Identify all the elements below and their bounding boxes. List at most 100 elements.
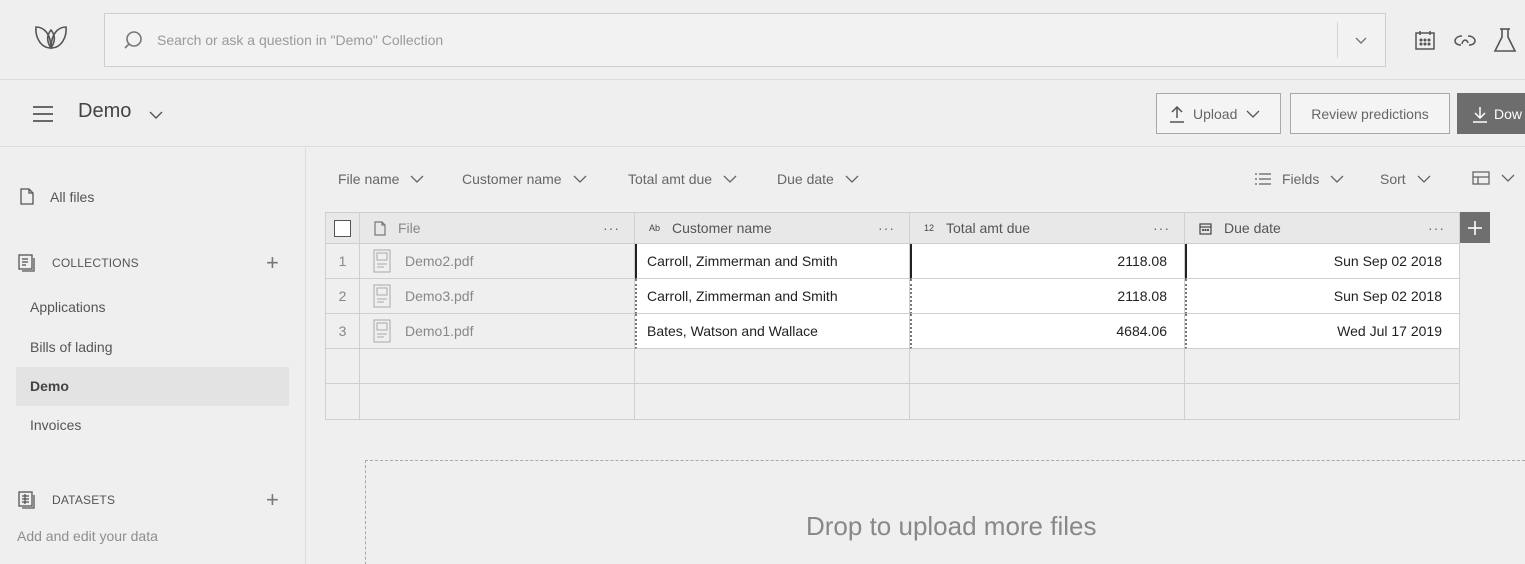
empty-cell — [325, 349, 360, 384]
list-icon — [1255, 173, 1271, 185]
search-bar[interactable] — [104, 13, 1386, 67]
view-layout-dropdown[interactable] — [1472, 171, 1516, 185]
table-cell-total-amt-due[interactable]: 2118.08 — [910, 244, 1185, 279]
datasets-icon — [18, 491, 36, 509]
collections-heading-label: COLLECTIONS — [52, 256, 139, 270]
table-cell-customer-name[interactable]: Carroll, Zimmerman and Smith — [635, 244, 910, 279]
filter-label: Due date — [777, 171, 834, 187]
file-name: Demo2.pdf — [405, 253, 474, 269]
review-predictions-button[interactable]: Review predictions — [1290, 93, 1450, 134]
lab-flask-icon[interactable] — [1492, 27, 1518, 53]
search-input[interactable] — [157, 14, 1337, 66]
column-header-label: Customer name — [672, 220, 772, 236]
fields-label: Fields — [1282, 171, 1320, 187]
column-header-customer-name[interactable]: Ab Customer name ··· — [635, 212, 910, 244]
column-header-label: File — [398, 220, 421, 236]
sidebar-item-all-files[interactable]: All files — [20, 188, 94, 205]
upload-dropzone[interactable]: Drop to upload more files — [365, 460, 1525, 564]
upload-chevron-down-icon — [1245, 108, 1261, 120]
filter-total-amt-due[interactable]: Total amt due — [628, 171, 738, 187]
table-cell-customer-name[interactable]: Carroll, Zimmerman and Smith — [635, 279, 910, 314]
collections-icon — [18, 254, 36, 272]
row-number: 2 — [325, 279, 360, 314]
chevron-down-icon — [845, 175, 859, 183]
add-dataset-plus-icon[interactable]: + — [266, 489, 279, 511]
chevron-down-icon — [1501, 174, 1515, 182]
datasets-subtitle: Add and edit your data — [17, 528, 158, 544]
table-row-file[interactable]: Demo3.pdf — [360, 279, 635, 314]
hamburger-menu-icon[interactable] — [32, 105, 54, 123]
download-icon — [1472, 105, 1488, 123]
sort-label: Sort — [1380, 171, 1406, 187]
search-divider — [1337, 22, 1338, 58]
search-scope-chevron-down-icon[interactable] — [1353, 32, 1369, 48]
table-cell-due-date[interactable]: Sun Sep 02 2018 — [1185, 244, 1460, 279]
empty-cell — [325, 384, 360, 420]
column-options-more-icon[interactable]: ··· — [1153, 220, 1170, 236]
column-options-more-icon[interactable]: ··· — [878, 220, 895, 236]
table-layout-icon — [1472, 171, 1490, 185]
file-icon — [374, 220, 386, 236]
table-cell-total-amt-due[interactable]: 4684.06 — [910, 314, 1185, 349]
column-header-file[interactable]: File ··· — [360, 212, 635, 244]
sidebar-item-label: All files — [50, 188, 95, 205]
filter-customer-name[interactable]: Customer name — [462, 171, 588, 187]
plus-icon — [1468, 220, 1482, 235]
download-label: Dow — [1494, 105, 1523, 122]
column-header-total-amt-due[interactable]: 12 Total amt due ··· — [910, 212, 1185, 244]
select-all-checkbox[interactable] — [334, 219, 351, 237]
filter-label: Customer name — [462, 171, 562, 187]
download-button[interactable]: Dow — [1457, 93, 1525, 134]
column-header-label: Due date — [1224, 220, 1281, 236]
collection-chevron-down-icon[interactable] — [148, 109, 164, 121]
row-number: 1 — [325, 244, 360, 279]
pdf-thumbnail-icon — [373, 249, 391, 273]
text-type-icon: Ab — [649, 223, 661, 233]
row-number: 3 — [325, 314, 360, 349]
empty-cell — [910, 349, 1185, 384]
table-cell-total-amt-due[interactable]: 2118.08 — [910, 279, 1185, 314]
column-options-more-icon[interactable]: ··· — [603, 220, 620, 236]
table-row-file[interactable]: Demo2.pdf — [360, 244, 635, 279]
collection-header: Demo Upload Review predictions Dow — [0, 80, 1525, 147]
column-header-due-date[interactable]: Due date ··· — [1185, 212, 1460, 244]
table-cell-due-date[interactable]: Wed Jul 17 2019 — [1185, 314, 1460, 349]
empty-cell — [1185, 384, 1460, 420]
search-icon — [123, 30, 143, 50]
table-cell-due-date[interactable]: Sun Sep 02 2018 — [1185, 279, 1460, 314]
filter-file-name[interactable]: File name — [338, 171, 425, 187]
select-all-checkbox-cell[interactable] — [325, 212, 360, 244]
add-collection-plus-icon[interactable]: + — [266, 252, 279, 274]
collection-title[interactable]: Demo — [78, 100, 131, 123]
sidebar-item-invoices[interactable]: Invoices — [16, 406, 289, 445]
link-icon[interactable] — [1453, 30, 1477, 50]
empty-cell — [360, 384, 635, 420]
fields-dropdown[interactable]: Fields — [1254, 171, 1345, 187]
pdf-thumbnail-icon — [373, 319, 391, 343]
table-cell-customer-name[interactable]: Bates, Watson and Wallace — [635, 314, 910, 349]
empty-cell — [635, 349, 910, 384]
upload-button[interactable]: Upload — [1156, 93, 1281, 134]
sort-dropdown[interactable]: Sort — [1380, 171, 1432, 187]
pdf-thumbnail-icon — [373, 284, 391, 308]
dropzone-label: Drop to upload more files — [806, 511, 1097, 541]
top-bar — [0, 0, 1525, 80]
file-name: Demo1.pdf — [405, 323, 474, 339]
sidebar: All files COLLECTIONS + Applications Bil… — [0, 148, 306, 564]
sidebar-item-demo[interactable]: Demo — [16, 367, 289, 406]
chevron-down-icon — [1330, 175, 1344, 183]
add-column-button[interactable] — [1460, 212, 1490, 243]
file-icon — [20, 188, 34, 205]
file-name: Demo3.pdf — [405, 288, 474, 304]
calendar-icon[interactable] — [1414, 30, 1436, 50]
filter-label: File name — [338, 171, 400, 187]
number-type-icon: 12 — [924, 223, 935, 233]
sidebar-item-applications[interactable]: Applications — [16, 288, 289, 327]
table-row-file[interactable]: Demo1.pdf — [360, 314, 635, 349]
column-options-more-icon[interactable]: ··· — [1428, 220, 1445, 236]
app-logo-icon[interactable] — [32, 22, 70, 54]
sidebar-item-bills-of-lading[interactable]: Bills of lading — [16, 328, 289, 367]
filter-due-date[interactable]: Due date — [777, 171, 860, 187]
datasets-heading-label: DATASETS — [52, 493, 116, 507]
chevron-down-icon — [411, 175, 424, 183]
